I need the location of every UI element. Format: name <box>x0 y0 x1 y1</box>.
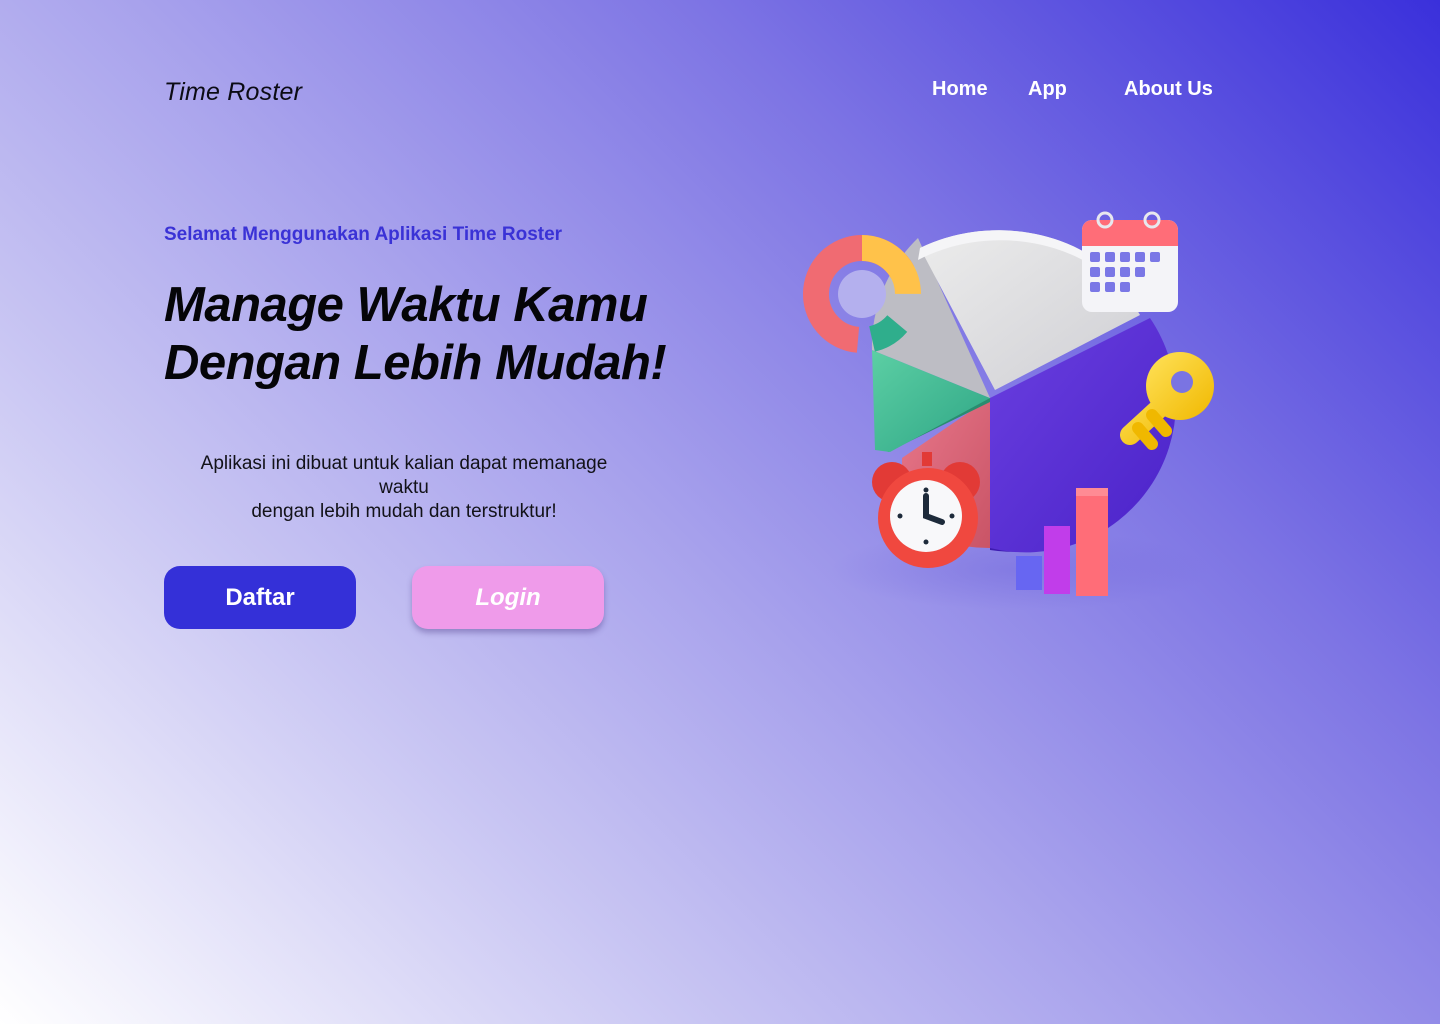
hero-tagline: Selamat Menggunakan Aplikasi Time Roster <box>164 224 563 245</box>
calendar-icon <box>1082 211 1178 312</box>
hero-illustration <box>803 211 1214 610</box>
nav-app-link[interactable]: App <box>1028 78 1067 101</box>
hero-headline: Manage Waktu Kamu Dengan Lebih Mudah! <box>164 276 667 392</box>
description-line-1: Aplikasi ini dibuat untuk kalian dapat m… <box>200 453 608 474</box>
nav-home-link[interactable]: Home <box>932 78 988 101</box>
hero-description: Aplikasi ini dibuat untuk kalian dapat m… <box>164 452 644 524</box>
description-line-2: waktu <box>379 477 429 498</box>
headline-line-2: Dengan Lebih Mudah! <box>164 336 667 390</box>
daftar-button[interactable]: Daftar <box>164 566 356 629</box>
headline-line-1: Manage Waktu Kamu <box>164 278 648 332</box>
app-logo: Time Roster <box>164 78 303 106</box>
login-button[interactable]: Login <box>412 566 604 629</box>
description-line-3: dengan lebih mudah dan terstruktur! <box>251 501 557 522</box>
nav-about-link[interactable]: About Us <box>1124 78 1213 101</box>
